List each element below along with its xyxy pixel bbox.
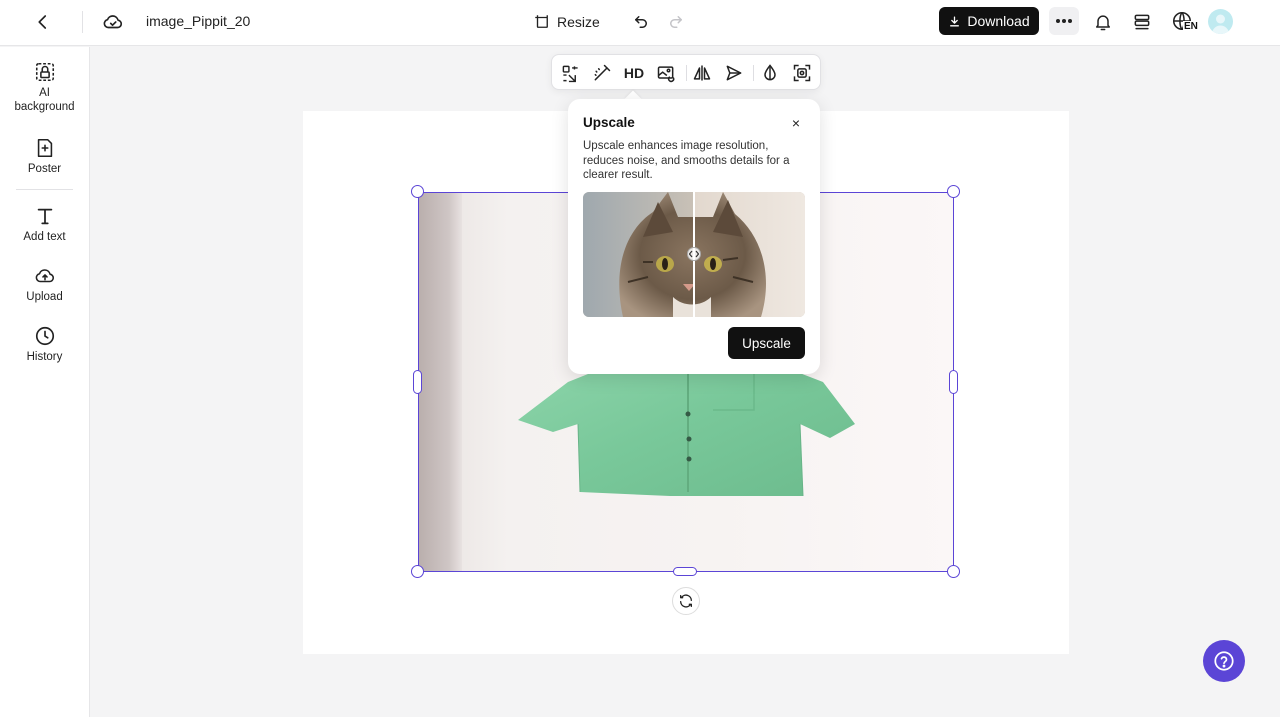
magic-eraser-icon bbox=[594, 64, 611, 81]
toolbar-divider bbox=[686, 65, 687, 81]
layers-button[interactable] bbox=[1126, 6, 1158, 38]
hd-icon: HD bbox=[623, 65, 645, 81]
compare-slider-handle[interactable] bbox=[687, 247, 701, 261]
resize-handle-top-left[interactable] bbox=[411, 185, 424, 198]
toolbar-divider bbox=[753, 65, 754, 81]
help-button[interactable] bbox=[1203, 640, 1245, 682]
sidebar-item-label: AI background bbox=[14, 87, 75, 113]
chevron-left-icon bbox=[38, 15, 47, 29]
resize-label: Resize bbox=[557, 14, 600, 30]
close-button[interactable]: × bbox=[788, 115, 804, 131]
image-toolbar: HD bbox=[551, 54, 821, 90]
back-button[interactable] bbox=[27, 6, 59, 38]
sidebar-item-ai-background[interactable]: AI background bbox=[0, 61, 89, 114]
redo-icon bbox=[670, 16, 682, 28]
rotate-button[interactable] bbox=[672, 587, 700, 615]
bell-icon bbox=[1096, 15, 1110, 31]
notifications-button[interactable] bbox=[1087, 6, 1119, 38]
resize-handle-bottom-right[interactable] bbox=[947, 565, 960, 578]
cloud-save-button[interactable] bbox=[97, 6, 129, 38]
text-icon bbox=[37, 208, 52, 225]
stack-icon bbox=[1134, 14, 1150, 30]
popover-description: Upscale enhances image resolution, reduc… bbox=[583, 140, 790, 181]
sidebar-item-label: History bbox=[26, 351, 63, 363]
resize-button[interactable]: Resize bbox=[533, 9, 600, 35]
clock-icon bbox=[35, 326, 54, 346]
before-after-preview[interactable] bbox=[583, 192, 805, 317]
magic-eraser-button[interactable] bbox=[589, 61, 615, 85]
drag-arrows-icon bbox=[689, 250, 699, 258]
redo-button[interactable] bbox=[660, 6, 692, 38]
sidebar-item-label: Add text bbox=[23, 231, 66, 243]
resize-icon bbox=[535, 15, 548, 28]
hd-button[interactable]: HD bbox=[620, 61, 648, 85]
language-badge: EN bbox=[1183, 21, 1199, 32]
poster-icon bbox=[37, 138, 52, 158]
focus-select-icon bbox=[793, 64, 811, 82]
resize-handle-right[interactable] bbox=[949, 370, 958, 394]
flip-button[interactable] bbox=[689, 61, 715, 85]
upscale-button[interactable]: Upscale bbox=[728, 327, 805, 359]
resize-handle-bottom-left[interactable] bbox=[411, 565, 424, 578]
focus-select-button[interactable] bbox=[789, 61, 815, 85]
avatar[interactable] bbox=[1208, 9, 1233, 34]
opacity-button[interactable] bbox=[757, 61, 783, 85]
opacity-icon bbox=[764, 64, 776, 81]
upscale-popover: Upscale × Upscale enhances image resolut… bbox=[568, 99, 820, 374]
top-bar: image_Pippit_20 Resize Download EN bbox=[0, 0, 1280, 46]
resize-handle-top-right[interactable] bbox=[947, 185, 960, 198]
more-options-button[interactable] bbox=[1049, 7, 1079, 35]
more-dots-icon bbox=[1056, 19, 1072, 23]
cloud-icon bbox=[103, 15, 123, 29]
image-replace-icon bbox=[657, 66, 675, 83]
send-button[interactable] bbox=[721, 61, 747, 85]
download-icon bbox=[950, 16, 960, 26]
close-icon: × bbox=[791, 115, 801, 131]
question-icon bbox=[1214, 651, 1234, 671]
flip-icon bbox=[693, 65, 711, 81]
left-sidebar: AI background Poster Add text Upload His… bbox=[0, 47, 90, 717]
smart-crop-button[interactable] bbox=[557, 61, 583, 85]
sidebar-item-poster[interactable]: Poster bbox=[0, 137, 89, 176]
resize-handle-left[interactable] bbox=[413, 370, 422, 394]
file-name[interactable]: image_Pippit_20 bbox=[146, 13, 250, 29]
image-replace-button[interactable] bbox=[653, 61, 679, 85]
language-button[interactable]: EN bbox=[1168, 8, 1200, 36]
rotate-icon bbox=[680, 594, 692, 608]
undo-icon bbox=[635, 16, 647, 28]
sidebar-divider bbox=[16, 189, 73, 190]
download-button[interactable]: Download bbox=[939, 7, 1039, 35]
resize-handle-bottom[interactable] bbox=[673, 567, 697, 576]
undo-button[interactable] bbox=[625, 6, 657, 38]
sidebar-item-label: Upload bbox=[26, 291, 63, 303]
sidebar-item-history[interactable]: History bbox=[0, 325, 89, 364]
sidebar-item-upload[interactable]: Upload bbox=[0, 265, 89, 304]
header-divider bbox=[82, 11, 83, 33]
send-icon bbox=[726, 65, 742, 81]
download-label: Download bbox=[967, 13, 1030, 29]
sidebar-item-add-text[interactable]: Add text bbox=[0, 205, 89, 244]
popover-title: Upscale bbox=[583, 115, 635, 130]
ai-background-icon bbox=[35, 62, 54, 82]
upload-cloud-icon bbox=[35, 269, 54, 283]
sidebar-item-label: Poster bbox=[27, 163, 62, 175]
smart-crop-icon bbox=[562, 65, 578, 82]
user-silhouette-icon bbox=[1212, 14, 1229, 34]
